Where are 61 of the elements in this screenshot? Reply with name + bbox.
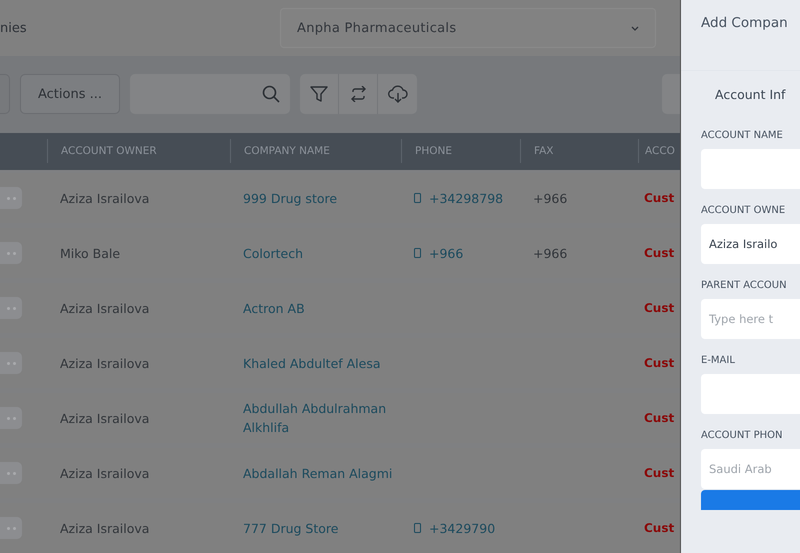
row-menu-button[interactable] xyxy=(0,462,22,484)
company-link[interactable]: Actron AB xyxy=(230,298,401,318)
row-menu-button[interactable] xyxy=(0,352,22,374)
field-label: PARENT ACCOUN xyxy=(701,280,788,291)
table-cell-text: Cust xyxy=(643,411,676,425)
phone-icon xyxy=(414,523,421,533)
input-field[interactable]: Saudi Arab xyxy=(701,449,800,489)
table-cell-text: Aziza Israilova xyxy=(59,410,150,428)
section-tab[interactable]: Account Inf xyxy=(715,87,800,102)
company-link[interactable]: Colortech xyxy=(230,244,401,262)
swap-arrows-icon xyxy=(350,86,367,102)
table-cell-text: Cust xyxy=(643,191,676,205)
field-label: E-MAIL xyxy=(701,355,736,366)
chevron-down-icon xyxy=(631,26,639,31)
column-header: COMPANY NAME xyxy=(230,139,401,164)
drawer-title: Add Compan xyxy=(701,15,789,33)
table-cell-text: Cust xyxy=(643,301,676,315)
company-link[interactable]: Khaled Abdultef Alesa xyxy=(230,354,401,372)
input-field[interactable]: Aziza Israilo xyxy=(701,224,800,264)
search-icon xyxy=(262,85,280,104)
company-link[interactable]: Abdullah Abdulrahman Alkhlifa xyxy=(230,399,401,437)
row-menu-button[interactable] xyxy=(0,407,22,429)
page-title: nies xyxy=(0,20,27,36)
table-cell: +34298798 xyxy=(429,190,504,206)
row-menu-button[interactable] xyxy=(0,187,22,209)
phone-icon xyxy=(414,193,421,203)
table-cell-text: Cust xyxy=(643,246,676,260)
filter-icon xyxy=(310,86,328,103)
field-label: ACCOUNT OWNE xyxy=(701,205,786,216)
table-cell-text: Aziza Israilova xyxy=(59,520,150,538)
table-cell: +3429790 xyxy=(429,520,496,536)
table-cell: +966 xyxy=(429,246,464,260)
company-link[interactable]: Abdallah Reman Alagmi xyxy=(230,464,401,482)
table-cell-text: Aziza Israilova xyxy=(59,300,150,318)
row-menu-button[interactable] xyxy=(0,297,22,319)
field-label: ACCOUNT NAME xyxy=(701,130,784,141)
phone-icon xyxy=(414,248,421,258)
company-link[interactable]: 777 Drug Store xyxy=(230,518,401,538)
column-header: ACCOUNT OWNER xyxy=(47,139,230,164)
field-label: ACCOUNT PHON xyxy=(701,430,784,441)
search-field[interactable] xyxy=(130,74,290,114)
row-menu-button[interactable] xyxy=(0,242,22,264)
table-cell-text: Aziza Israilova xyxy=(59,190,150,208)
table-cell-text: +966 xyxy=(532,244,568,262)
table-cell-text: Cust xyxy=(643,521,676,535)
column-header: PHONE xyxy=(401,139,520,164)
column-header: FAX xyxy=(520,139,638,164)
actions-button[interactable]: Actions ... xyxy=(20,74,120,114)
table-cell-text: Aziza Israilova xyxy=(59,354,150,372)
table-cell-text: +966 xyxy=(532,190,568,208)
company-link[interactable]: 999 Drug store xyxy=(230,188,401,208)
row-menu-button[interactable] xyxy=(0,517,22,539)
company-select[interactable]: Anpha Pharmaceuticals xyxy=(280,8,656,48)
table-cell-text: Aziza Israilova xyxy=(59,464,150,482)
cloud-download-icon xyxy=(388,85,408,104)
submit-button[interactable] xyxy=(701,490,800,510)
toolbar-button[interactable] xyxy=(662,74,680,114)
table-cell-text: Cust xyxy=(643,466,676,480)
table-cell-text: Miko Bale xyxy=(59,244,122,262)
input-field[interactable]: Type here t xyxy=(701,299,800,339)
table-cell-text: Cust xyxy=(643,356,676,370)
